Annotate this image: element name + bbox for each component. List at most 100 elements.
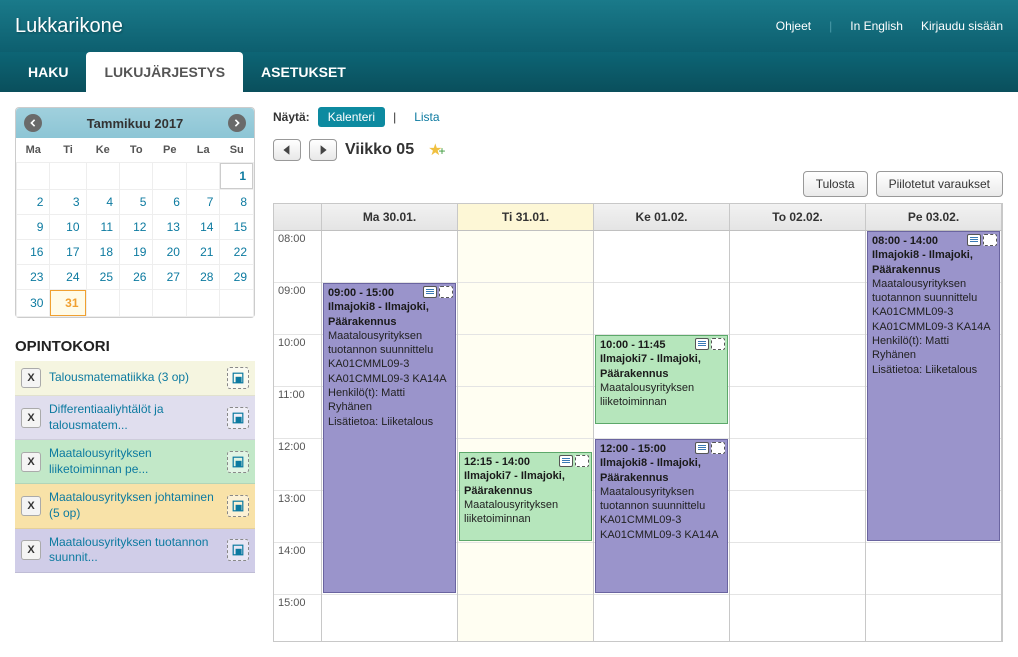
details-icon[interactable] — [423, 286, 437, 298]
expand-icon[interactable] — [227, 451, 249, 473]
details-icon[interactable] — [559, 455, 573, 467]
calendar-header: Tammikuu 2017 — [16, 108, 254, 138]
basket-item-label[interactable]: Talousmatematiikka (3 op) — [49, 370, 219, 386]
login-link[interactable]: Kirjaudu sisään — [921, 19, 1003, 33]
calendar-day[interactable]: 8 — [220, 190, 253, 214]
calendar-event[interactable]: 10:00 - 11:45Ilmajoki7 - Ilmajoki, Päära… — [595, 335, 728, 424]
calendar-day[interactable]: 7 — [187, 190, 219, 214]
calendar-day[interactable]: 22 — [220, 240, 253, 264]
time-slot: 09:00 — [274, 283, 321, 335]
main-nav: HAKU LUKUJÄRJESTYS ASETUKSET — [0, 52, 1018, 92]
hide-icon[interactable] — [711, 338, 725, 350]
calendar-day[interactable]: 17 — [50, 240, 85, 264]
calendar-day[interactable]: 25 — [87, 265, 119, 289]
calendar-day[interactable]: 23 — [17, 265, 49, 289]
calendar-day[interactable]: 6 — [153, 190, 185, 214]
schedule-grid: Ma 30.01.Ti 31.01.Ke 01.02.To 02.02.Pe 0… — [273, 203, 1003, 642]
hide-icon[interactable] — [711, 442, 725, 454]
calendar-day[interactable]: 3 — [50, 190, 85, 214]
calendar-day[interactable]: 12 — [120, 215, 152, 239]
calendar-event[interactable]: 09:00 - 15:00Ilmajoki8 - Ilmajoki, Päära… — [323, 283, 456, 593]
event-location: Ilmajoki8 - Ilmajoki, Päärakennus — [328, 300, 451, 329]
calendar-day[interactable]: 21 — [187, 240, 219, 264]
calendar-day[interactable]: 2 — [17, 190, 49, 214]
calendar-day[interactable]: 19 — [120, 240, 152, 264]
calendar-day[interactable]: 5 — [120, 190, 152, 214]
help-link[interactable]: Ohjeet — [776, 19, 811, 33]
calendar-day[interactable]: 30 — [17, 291, 49, 315]
calendar-day[interactable]: 4 — [87, 190, 119, 214]
calendar-day[interactable]: 1 — [220, 163, 253, 189]
expand-icon[interactable] — [227, 407, 249, 429]
calendar-day[interactable]: 11 — [87, 215, 119, 239]
remove-button[interactable]: X — [21, 540, 41, 560]
time-slot: 10:00 — [274, 335, 321, 387]
calendar-event[interactable]: 12:00 - 15:00Ilmajoki8 - Ilmajoki, Päära… — [595, 439, 728, 593]
schedule-header: Ma 30.01.Ti 31.01.Ke 01.02.To 02.02.Pe 0… — [274, 204, 1002, 231]
calendar-day[interactable]: 20 — [153, 240, 185, 264]
expand-icon[interactable] — [227, 495, 249, 517]
star-icon[interactable]: ★+ — [428, 140, 445, 160]
remove-button[interactable]: X — [21, 368, 41, 388]
calendar-day[interactable]: 13 — [153, 215, 185, 239]
calendar-day[interactable]: 31 — [50, 290, 85, 316]
calendar-day[interactable]: 24 — [50, 265, 85, 289]
calendar-day[interactable]: 28 — [187, 265, 219, 289]
calendar-day[interactable]: 18 — [87, 240, 119, 264]
hidden-reservations-button[interactable]: Piilotetut varaukset — [876, 171, 1003, 197]
basket-item-label[interactable]: Maatalousyrityksen tuotannon suunnit... — [49, 535, 219, 566]
calendar-dow: Ma — [17, 138, 50, 163]
nav-tab-haku[interactable]: HAKU — [10, 52, 86, 92]
event-location: Ilmajoki7 - Ilmajoki, Päärakennus — [464, 469, 587, 498]
print-button[interactable]: Tulosta — [803, 171, 868, 197]
time-slot: 13:00 — [274, 491, 321, 543]
calendar-dow: Su — [220, 138, 254, 163]
calendar-event[interactable]: 08:00 - 14:00Ilmajoki8 - Ilmajoki, Päära… — [867, 231, 1000, 541]
event-text: Maatalousyrityksen liiketoiminnan — [464, 498, 587, 527]
hide-icon[interactable] — [575, 455, 589, 467]
basket-title: OPINTOKORI — [15, 338, 255, 355]
event-location: Ilmajoki8 - Ilmajoki, Päärakennus — [872, 248, 995, 277]
details-icon[interactable] — [695, 338, 709, 350]
language-link[interactable]: In English — [850, 19, 903, 33]
basket-item-label[interactable]: Maatalousyrityksen liiketoiminnan pe... — [49, 446, 219, 477]
remove-button[interactable]: X — [21, 452, 41, 472]
expand-icon[interactable] — [227, 539, 249, 561]
basket-item: X Maatalousyrityksen tuotannon suunnit... — [15, 529, 255, 573]
remove-button[interactable]: X — [21, 408, 41, 428]
toolbar: Tulosta Piilotetut varaukset — [273, 171, 1003, 197]
day-column — [730, 231, 866, 641]
calendar-day[interactable]: 16 — [17, 240, 49, 264]
hide-icon[interactable] — [439, 286, 453, 298]
calendar-dow: Ti — [50, 138, 86, 163]
calendar-next-button[interactable] — [228, 114, 246, 132]
week-prev-button[interactable] — [273, 139, 301, 161]
event-text: KA01CMML09-3 KA14A — [328, 372, 451, 386]
hide-icon[interactable] — [983, 234, 997, 246]
calendar-day[interactable]: 15 — [220, 215, 253, 239]
view-list-button[interactable]: Lista — [404, 107, 449, 127]
nav-tab-asetukset[interactable]: ASETUKSET — [243, 52, 364, 92]
day-column: 12:15 - 14:00Ilmajoki7 - Ilmajoki, Päära… — [458, 231, 594, 641]
event-text: Maatalousyrityksen tuotannon suunnittelu… — [600, 485, 723, 528]
calendar-day[interactable]: 14 — [187, 215, 219, 239]
calendar-day[interactable]: 27 — [153, 265, 185, 289]
basket-item-label[interactable]: Differentiaaliyhtälöt ja talousmatem... — [49, 402, 219, 433]
week-next-button[interactable] — [309, 139, 337, 161]
calendar-event[interactable]: 12:15 - 14:00Ilmajoki7 - Ilmajoki, Päära… — [459, 452, 592, 541]
basket-item: X Differentiaaliyhtälöt ja talousmatem... — [15, 396, 255, 440]
calendar-day[interactable]: 26 — [120, 265, 152, 289]
details-icon[interactable] — [695, 442, 709, 454]
calendar-day[interactable]: 10 — [50, 215, 85, 239]
details-icon[interactable] — [967, 234, 981, 246]
nav-tab-lukujarjestys[interactable]: LUKUJÄRJESTYS — [86, 52, 243, 92]
view-calendar-button[interactable]: Kalenteri — [318, 107, 385, 127]
calendar-dow: Ke — [86, 138, 119, 163]
remove-button[interactable]: X — [21, 496, 41, 516]
time-slot: 11:00 — [274, 387, 321, 439]
basket-item-label[interactable]: Maatalousyrityksen johtaminen (5 op) — [49, 490, 219, 521]
calendar-prev-button[interactable] — [24, 114, 42, 132]
calendar-day[interactable]: 9 — [17, 215, 49, 239]
expand-icon[interactable] — [227, 367, 249, 389]
calendar-day[interactable]: 29 — [220, 265, 253, 289]
